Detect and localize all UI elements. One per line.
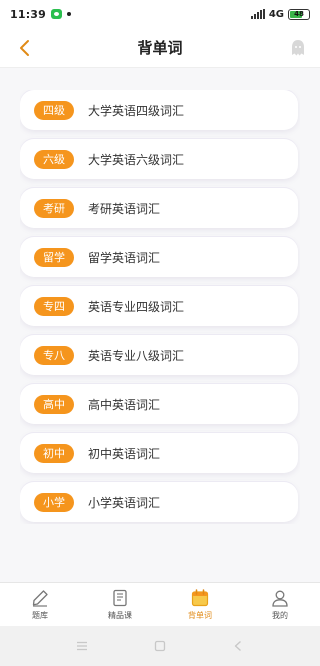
home-icon[interactable] — [152, 638, 168, 654]
signal-icon — [250, 9, 265, 19]
vocab-tag: 专四 — [34, 296, 74, 316]
nav-label: 背单词 — [188, 611, 212, 620]
status-time: 11:39 — [10, 7, 47, 21]
vocab-tag: 高中 — [34, 394, 74, 414]
nav-label: 精品课 — [108, 611, 132, 620]
notification-dot-icon — [67, 12, 72, 16]
vocab-list: 四级 大学英语四级词汇 六级 大学英语六级词汇 考研 考研英语词汇 留学 留学英… — [20, 90, 300, 524]
mascot-button[interactable] — [288, 37, 308, 59]
back-icon[interactable] — [230, 638, 246, 654]
vocab-item-middle-school[interactable]: 初中 初中英语词汇 — [20, 433, 298, 473]
vocab-tag: 四级 — [34, 100, 74, 120]
bottom-nav: 题库 精品课 背单词 我的 — [0, 582, 320, 626]
network-type: 4G — [268, 8, 284, 20]
vocab-tag: 考研 — [34, 198, 74, 218]
pencil-icon — [30, 588, 50, 608]
vocab-label: 英语专业四级词汇 — [88, 299, 185, 314]
vocab-item-cet4[interactable]: 四级 大学英语四级词汇 — [20, 90, 298, 130]
chevron-left-icon — [20, 40, 29, 56]
ghost-icon — [292, 40, 304, 56]
nav-label: 我的 — [272, 611, 288, 620]
battery-icon: 48 — [288, 8, 310, 20]
vocab-label: 大学英语六级词汇 — [88, 152, 185, 167]
nav-item-vocabulary[interactable]: 背单词 — [165, 588, 235, 621]
vocab-tag: 初中 — [34, 443, 74, 463]
vocab-label: 留学英语词汇 — [88, 250, 161, 265]
vocab-item-tem4[interactable]: 专四 英语专业四级词汇 — [20, 286, 298, 326]
nav-item-courses[interactable]: 精品课 — [85, 588, 155, 621]
vocab-item-postgrad[interactable]: 考研 考研英语词汇 — [20, 188, 298, 228]
vocab-tag: 小学 — [34, 492, 74, 512]
wechat-notification-icon — [51, 9, 63, 19]
page-title: 背单词 — [137, 39, 183, 57]
vocab-tag: 留学 — [34, 247, 74, 267]
calendar-icon — [190, 588, 210, 608]
vocab-item-tem8[interactable]: 专八 英语专业八级词汇 — [20, 335, 298, 375]
back-button[interactable] — [12, 36, 36, 60]
nav-item-profile[interactable]: 我的 — [245, 588, 315, 621]
vocab-tag: 专八 — [34, 345, 74, 365]
vocab-label: 英语专业八级词汇 — [88, 348, 185, 363]
vocab-item-study-abroad[interactable]: 留学 留学英语词汇 — [20, 237, 298, 277]
vocab-label: 考研英语词汇 — [88, 201, 161, 216]
status-bar: 11:39 4G 48 — [0, 0, 320, 28]
book-icon — [110, 588, 130, 608]
status-indicators: 4G 48 — [250, 8, 310, 20]
user-icon — [270, 588, 290, 608]
vocab-label: 初中英语词汇 — [88, 446, 161, 461]
nav-label: 题库 — [32, 611, 48, 620]
vocab-label: 小学英语词汇 — [88, 495, 161, 510]
vocab-item-cet6[interactable]: 六级 大学英语六级词汇 — [20, 139, 298, 179]
vocab-item-primary-school[interactable]: 小学 小学英语词汇 — [20, 482, 298, 522]
app-header: 背单词 — [0, 28, 320, 68]
vocab-label: 高中英语词汇 — [88, 397, 161, 412]
system-nav-bar — [0, 626, 320, 666]
vocab-item-high-school[interactable]: 高中 高中英语词汇 — [20, 384, 298, 424]
vocab-tag: 六级 — [34, 149, 74, 169]
menu-icon[interactable] — [74, 638, 90, 654]
nav-item-question-bank[interactable]: 题库 — [5, 588, 75, 621]
battery-level: 48 — [294, 10, 304, 18]
vocab-label: 大学英语四级词汇 — [88, 103, 185, 118]
